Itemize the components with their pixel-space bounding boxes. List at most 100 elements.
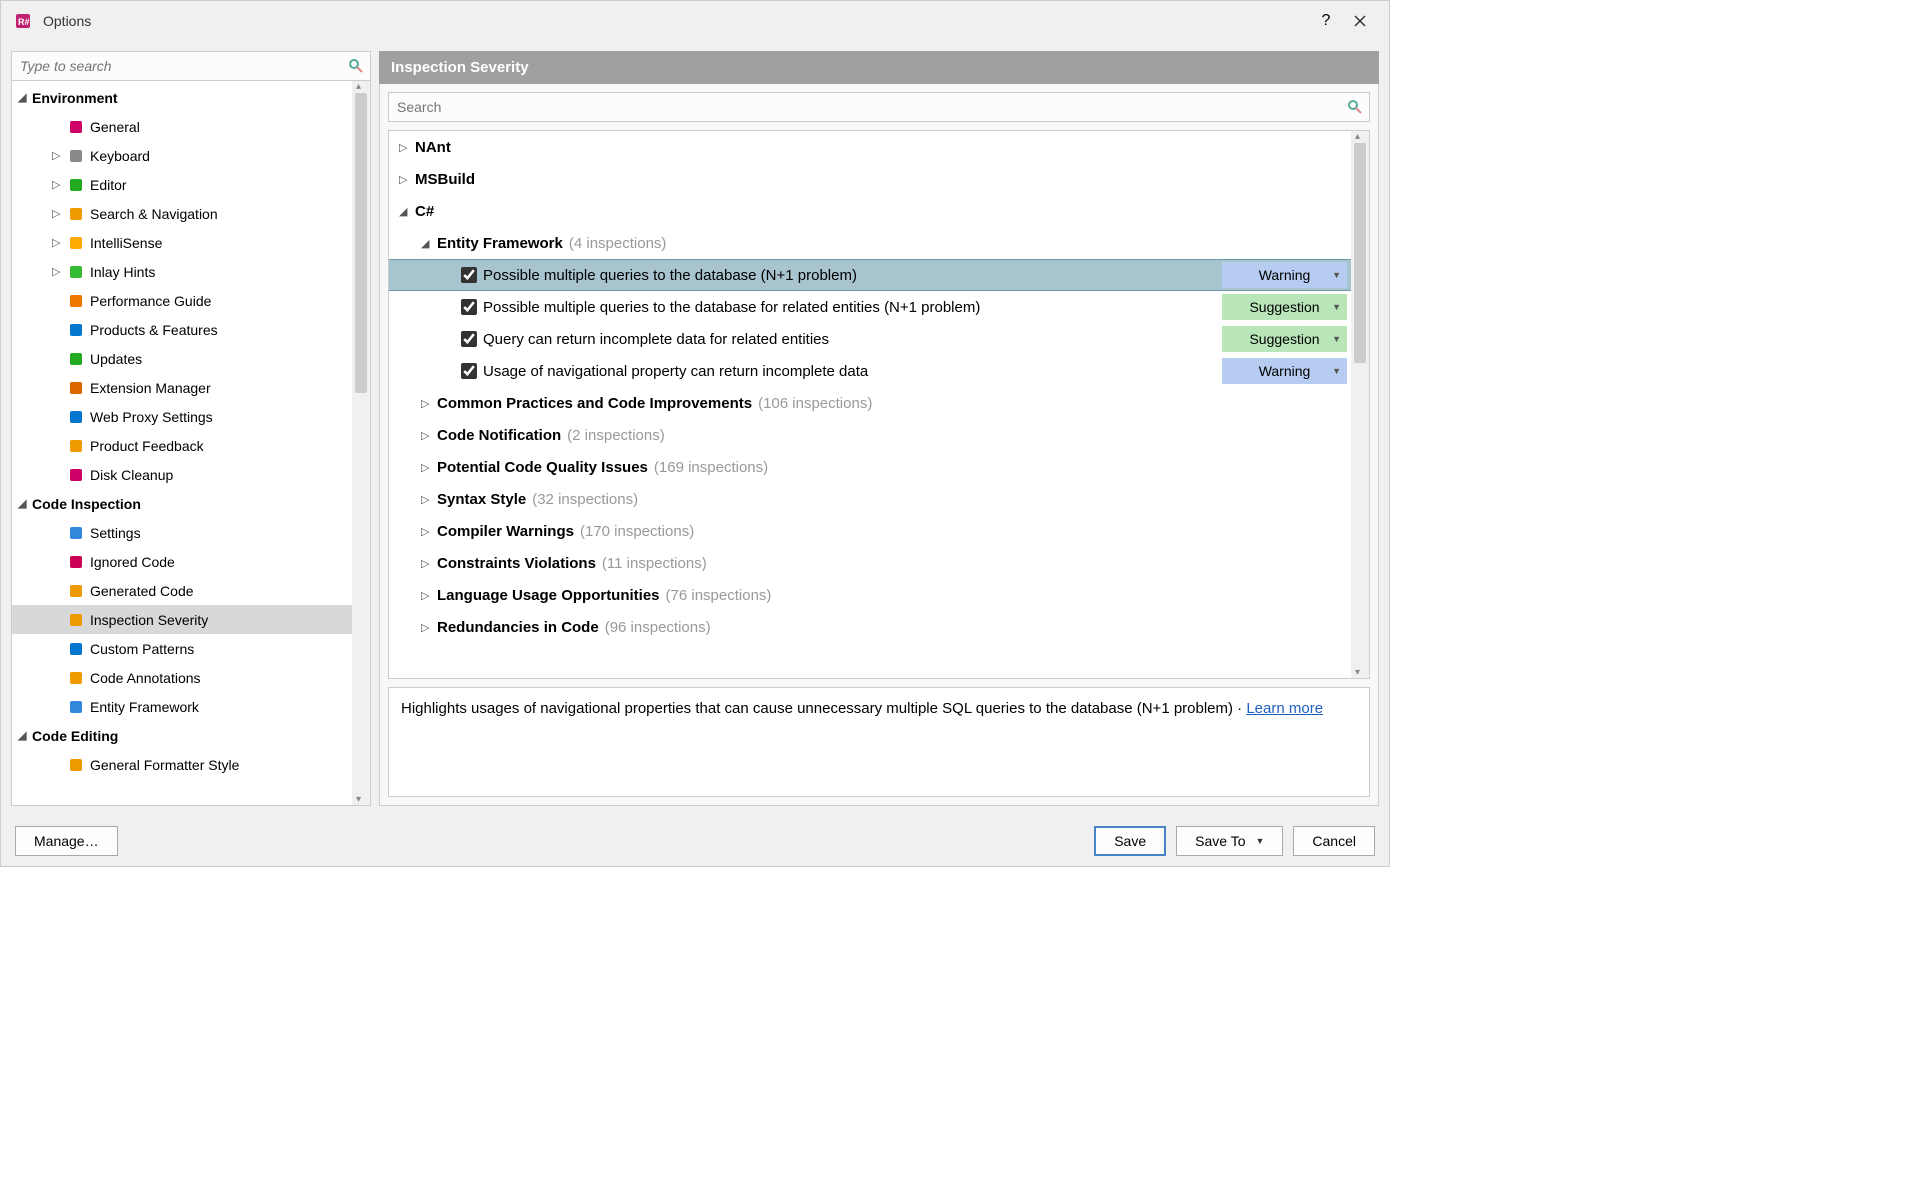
inspection-checkbox[interactable] bbox=[461, 331, 477, 347]
sidebar-item[interactable]: Web Proxy Settings bbox=[12, 402, 370, 431]
content-search-input[interactable] bbox=[397, 99, 1345, 115]
inspection-item[interactable]: Possible multiple queries to the databas… bbox=[389, 291, 1369, 323]
inspection-category[interactable]: ▷MSBuild bbox=[389, 163, 1369, 195]
close-button[interactable] bbox=[1343, 4, 1377, 38]
sidebar-item[interactable]: Updates bbox=[12, 344, 370, 373]
inspection-checkbox[interactable] bbox=[461, 363, 477, 379]
inspection-category[interactable]: ▷NAnt bbox=[389, 131, 1369, 163]
inspection-item[interactable]: Possible multiple queries to the databas… bbox=[389, 259, 1369, 291]
chevron-right-icon[interactable]: ▷ bbox=[421, 589, 437, 602]
chevron-right-icon[interactable]: ▷ bbox=[421, 397, 437, 410]
chevron-down-icon[interactable]: ◢ bbox=[421, 237, 437, 250]
severity-dropdown[interactable]: Warning▼ bbox=[1222, 358, 1347, 384]
sidebar-item[interactable]: ▷Editor bbox=[12, 170, 370, 199]
sidebar-item[interactable]: Code Annotations bbox=[12, 663, 370, 692]
item-icon bbox=[66, 582, 86, 600]
sidebar-item[interactable]: General Formatter Style bbox=[12, 750, 370, 779]
inspection-subcategory[interactable]: ▷Syntax Style(32 inspections) bbox=[389, 483, 1369, 515]
sidebar-group[interactable]: ◢Environment bbox=[12, 83, 370, 112]
chevron-right-icon[interactable]: ▷ bbox=[52, 236, 66, 249]
window-title: Options bbox=[43, 13, 1309, 29]
sidebar-item-label: IntelliSense bbox=[90, 235, 162, 251]
chevron-down-icon[interactable]: ◢ bbox=[18, 729, 32, 742]
sidebar-search[interactable] bbox=[11, 51, 371, 81]
inspection-subcategory[interactable]: ▷Redundancies in Code(96 inspections) bbox=[389, 611, 1369, 643]
sidebar-item[interactable]: Inspection Severity bbox=[12, 605, 370, 634]
chevron-right-icon[interactable]: ▷ bbox=[421, 493, 437, 506]
severity-dropdown[interactable]: Suggestion▼ bbox=[1222, 294, 1347, 320]
item-icon bbox=[66, 553, 86, 571]
scrollbar[interactable]: ▴ ▾ bbox=[1351, 131, 1369, 678]
inspection-tree[interactable]: ▷NAnt▷MSBuild◢C#◢Entity Framework(4 insp… bbox=[388, 130, 1370, 679]
sidebar-item[interactable]: Extension Manager bbox=[12, 373, 370, 402]
chevron-right-icon[interactable]: ▷ bbox=[421, 525, 437, 538]
sidebar-item-label: Search & Navigation bbox=[90, 206, 218, 222]
inspection-checkbox[interactable] bbox=[461, 299, 477, 315]
save-button[interactable]: Save bbox=[1094, 826, 1166, 856]
scroll-up-icon[interactable]: ▴ bbox=[1355, 131, 1360, 142]
content-search[interactable] bbox=[388, 92, 1370, 122]
search-icon[interactable] bbox=[346, 56, 366, 76]
inspection-category[interactable]: ◢C# bbox=[389, 195, 1369, 227]
sidebar-item-label: Performance Guide bbox=[90, 293, 211, 309]
chevron-right-icon[interactable]: ▷ bbox=[399, 173, 415, 186]
scrollbar[interactable]: ▴ ▾ bbox=[352, 81, 370, 805]
inspection-item[interactable]: Usage of navigational property can retur… bbox=[389, 355, 1369, 387]
sidebar-group[interactable]: ◢Code Inspection bbox=[12, 489, 370, 518]
chevron-right-icon[interactable]: ▷ bbox=[52, 207, 66, 220]
learn-more-link[interactable]: Learn more bbox=[1246, 700, 1323, 717]
chevron-down-icon[interactable]: ◢ bbox=[18, 91, 32, 104]
chevron-down-icon[interactable]: ◢ bbox=[399, 205, 415, 218]
sidebar-item[interactable]: Disk Cleanup bbox=[12, 460, 370, 489]
sidebar-item[interactable]: Custom Patterns bbox=[12, 634, 370, 663]
inspection-count: (11 inspections) bbox=[602, 555, 707, 572]
chevron-right-icon[interactable]: ▷ bbox=[399, 141, 415, 154]
scroll-up-icon[interactable]: ▴ bbox=[356, 81, 361, 92]
inspection-subcategory[interactable]: ▷Potential Code Quality Issues(169 inspe… bbox=[389, 451, 1369, 483]
chevron-right-icon[interactable]: ▷ bbox=[52, 265, 66, 278]
sidebar-item[interactable]: Entity Framework bbox=[12, 692, 370, 721]
sidebar-item[interactable]: Performance Guide bbox=[12, 286, 370, 315]
chevron-right-icon[interactable]: ▷ bbox=[421, 429, 437, 442]
inspection-subcategory[interactable]: ▷Compiler Warnings(170 inspections) bbox=[389, 515, 1369, 547]
item-icon bbox=[66, 292, 86, 310]
sidebar-group[interactable]: ◢Code Editing bbox=[12, 721, 370, 750]
chevron-right-icon[interactable]: ▷ bbox=[52, 178, 66, 191]
chevron-down-icon[interactable]: ◢ bbox=[18, 497, 32, 510]
inspection-subcategory[interactable]: ▷Constraints Violations(11 inspections) bbox=[389, 547, 1369, 579]
severity-dropdown[interactable]: Suggestion▼ bbox=[1222, 326, 1347, 352]
chevron-right-icon[interactable]: ▷ bbox=[421, 461, 437, 474]
scroll-down-icon[interactable]: ▾ bbox=[1355, 667, 1360, 678]
chevron-right-icon[interactable]: ▷ bbox=[52, 149, 66, 162]
sidebar-item[interactable]: Product Feedback bbox=[12, 431, 370, 460]
sidebar-search-input[interactable] bbox=[20, 58, 346, 74]
sidebar-item[interactable]: ▷Keyboard bbox=[12, 141, 370, 170]
sidebar-item[interactable]: Ignored Code bbox=[12, 547, 370, 576]
sidebar-item[interactable]: ▷ Search & Navigation bbox=[12, 199, 370, 228]
sidebar-tree[interactable]: ◢EnvironmentGeneral▷Keyboard▷Editor▷Sear… bbox=[11, 81, 371, 806]
severity-dropdown[interactable]: Warning▼ bbox=[1222, 262, 1347, 288]
manage-button[interactable]: Manage… bbox=[15, 826, 118, 856]
help-button[interactable]: ? bbox=[1309, 4, 1343, 38]
sidebar-item[interactable]: General bbox=[12, 112, 370, 141]
sidebar-item[interactable]: ▷Inlay Hints bbox=[12, 257, 370, 286]
sidebar-item[interactable]: Settings bbox=[12, 518, 370, 547]
inspection-subcategory[interactable]: ▷Code Notification(2 inspections) bbox=[389, 419, 1369, 451]
sidebar-item[interactable]: Generated Code bbox=[12, 576, 370, 605]
scroll-thumb[interactable] bbox=[355, 93, 367, 393]
save-to-button[interactable]: Save To▼ bbox=[1176, 826, 1283, 856]
sidebar-item[interactable]: Products & Features bbox=[12, 315, 370, 344]
inspection-subcategory[interactable]: ▷Language Usage Opportunities(76 inspect… bbox=[389, 579, 1369, 611]
inspection-count: (106 inspections) bbox=[758, 395, 872, 412]
chevron-right-icon[interactable]: ▷ bbox=[421, 621, 437, 634]
chevron-right-icon[interactable]: ▷ bbox=[421, 557, 437, 570]
scroll-thumb[interactable] bbox=[1354, 143, 1366, 363]
inspection-item[interactable]: Query can return incomplete data for rel… bbox=[389, 323, 1369, 355]
inspection-subcategory[interactable]: ◢Entity Framework(4 inspections) bbox=[389, 227, 1369, 259]
cancel-button[interactable]: Cancel bbox=[1293, 826, 1375, 856]
inspection-checkbox[interactable] bbox=[461, 267, 477, 283]
scroll-down-icon[interactable]: ▾ bbox=[356, 794, 361, 805]
search-icon[interactable] bbox=[1345, 97, 1365, 117]
sidebar-item[interactable]: ▷ IntelliSense bbox=[12, 228, 370, 257]
inspection-subcategory[interactable]: ▷Common Practices and Code Improvements(… bbox=[389, 387, 1369, 419]
